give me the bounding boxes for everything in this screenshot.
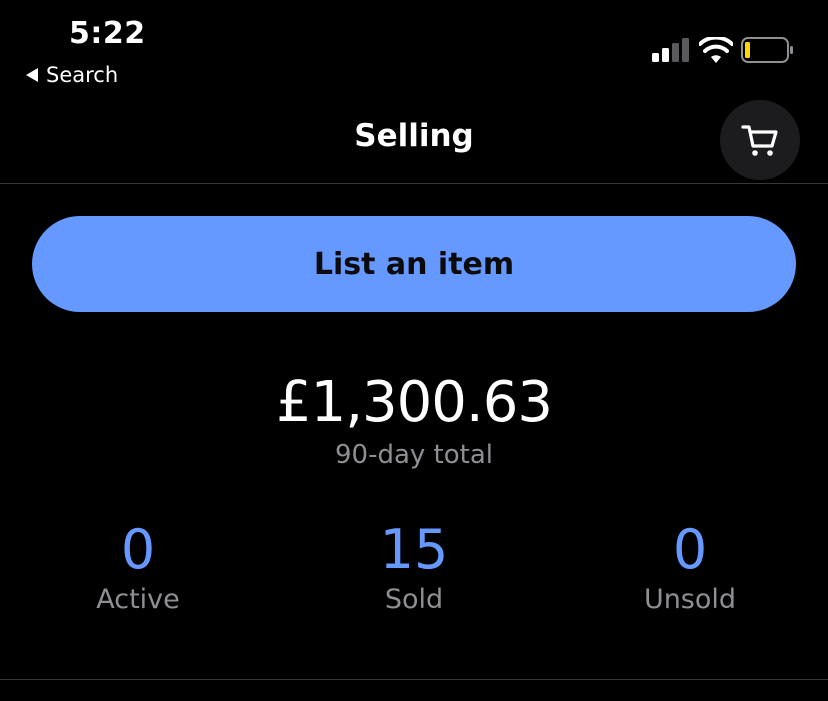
back-arrow-icon <box>26 68 38 82</box>
stat-active[interactable]: 0 Active <box>18 518 258 615</box>
cellular-signal-icon <box>652 38 689 62</box>
stat-sold-count: 15 <box>379 518 449 581</box>
stat-unsold[interactable]: 0 Unsold <box>570 518 810 615</box>
stat-active-label: Active <box>96 584 180 615</box>
stat-sold[interactable]: 15 Sold <box>294 518 534 615</box>
back-link-label: Search <box>46 63 119 87</box>
header-divider <box>0 183 828 184</box>
stat-active-count: 0 <box>120 518 156 581</box>
status-time: 5:22 <box>69 16 146 51</box>
stat-unsold-label: Unsold <box>643 584 737 615</box>
cart-button[interactable] <box>720 100 800 180</box>
cart-icon <box>741 125 778 156</box>
battery-icon <box>741 37 793 63</box>
wifi-icon <box>699 37 733 63</box>
list-an-item-button[interactable]: List an item <box>32 216 796 312</box>
back-to-search-link[interactable]: Search <box>26 63 118 87</box>
ninety-day-total-amount: £1,300.63 <box>275 370 553 435</box>
page-title: Selling <box>354 118 474 154</box>
stats-divider <box>0 679 828 680</box>
stat-unsold-count: 0 <box>672 518 708 581</box>
ninety-day-total-caption: 90-day total <box>334 440 493 470</box>
stat-sold-label: Sold <box>384 584 444 615</box>
selling-screen: 5:22 Search Selling List an item £1,300.… <box>0 0 828 701</box>
